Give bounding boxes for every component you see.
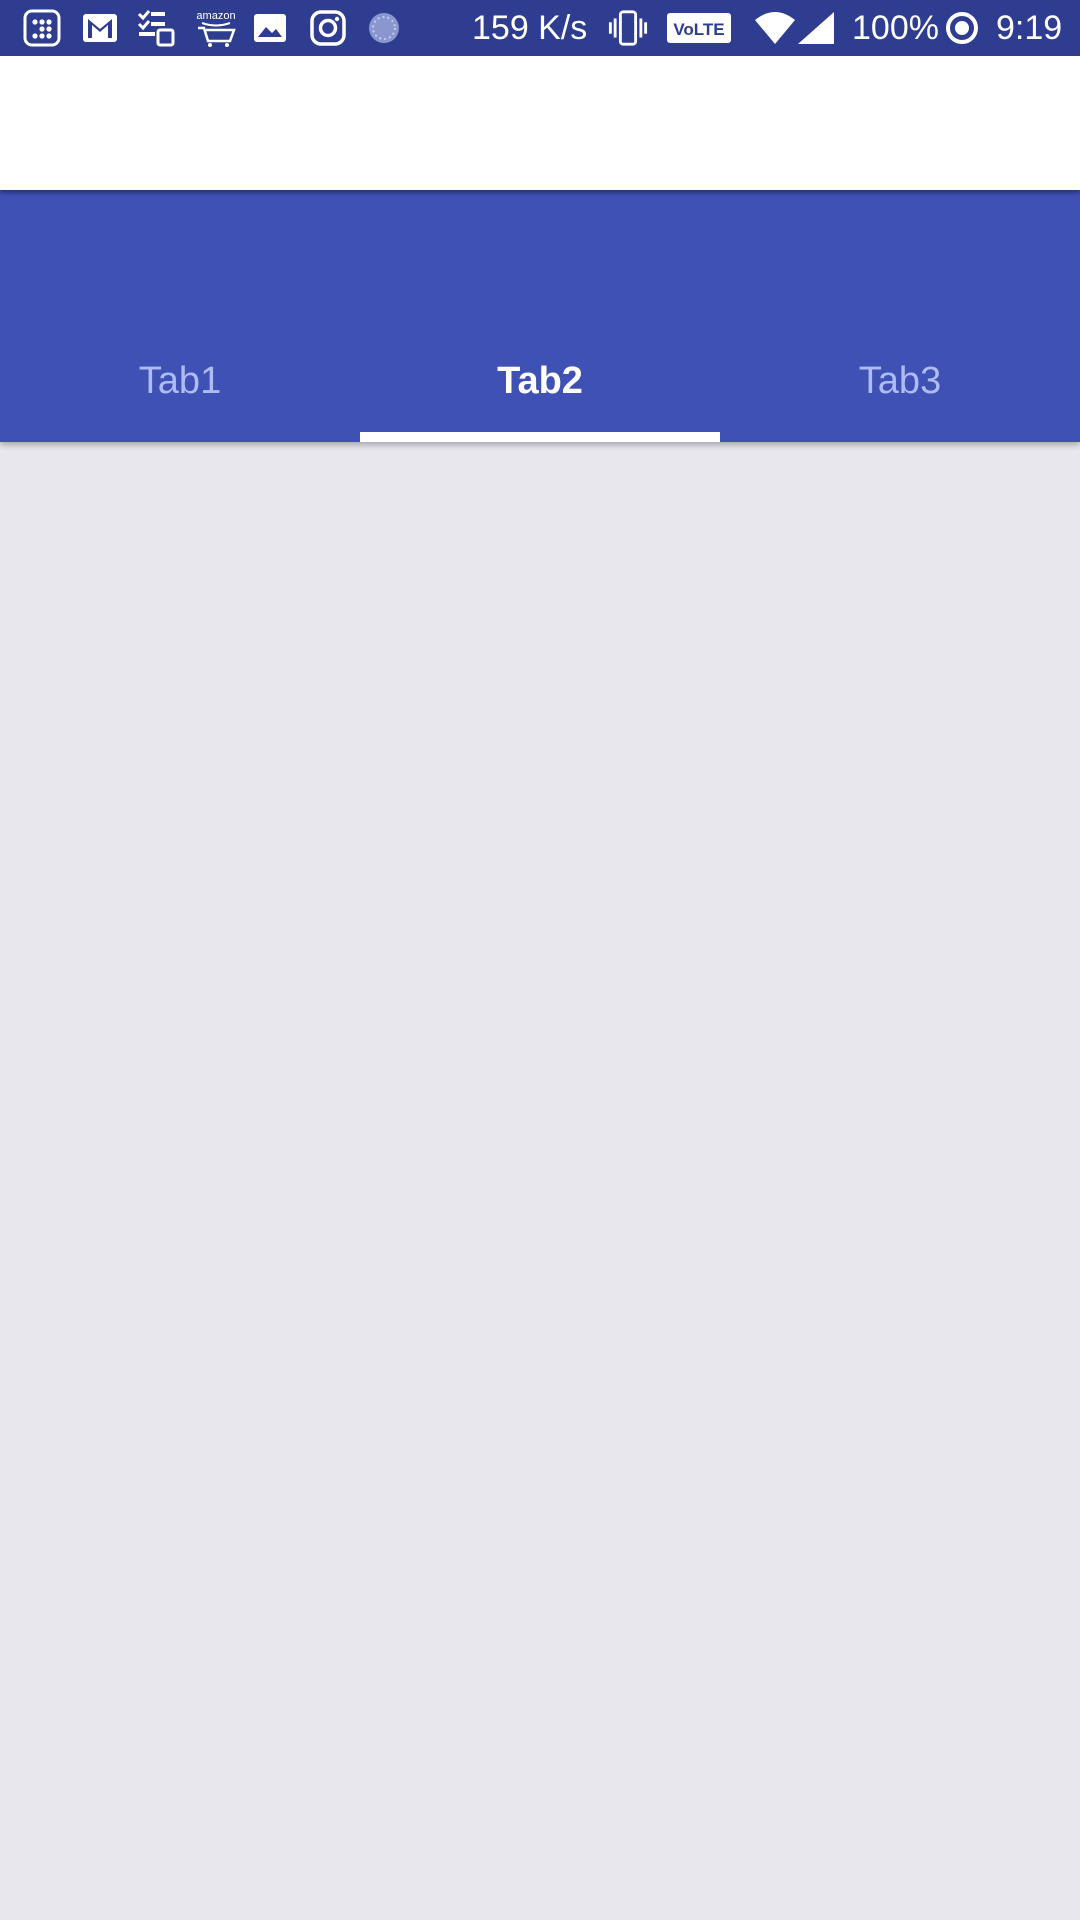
tab-3[interactable]: Tab3 <box>720 334 1080 442</box>
signal-icon <box>794 8 838 48</box>
tab-1-label: Tab1 <box>138 359 222 402</box>
tasks-icon <box>136 8 176 48</box>
instagram-icon <box>308 8 348 48</box>
tab-1[interactable]: Tab1 <box>0 334 360 442</box>
clock: 9:19 <box>996 9 1063 47</box>
wifi-icon <box>752 8 798 48</box>
amazon-icon-label: amazon <box>196 10 235 22</box>
tab-header: Tab1 Tab2 Tab3 <box>0 190 1080 442</box>
battery-icon <box>942 8 982 48</box>
network-speed: 159 K/s <box>472 9 588 47</box>
tab-bar: Tab1 Tab2 Tab3 <box>0 334 1080 442</box>
vibrate-icon <box>608 8 648 48</box>
status-bar: amazon 159 K/s VoLTE 100% 9:19 <box>0 0 1080 56</box>
volte-label: VoLTE <box>673 20 724 39</box>
tab-content <box>0 442 1080 1920</box>
volte-icon: VoLTE <box>666 8 732 48</box>
toolbar <box>0 56 1080 190</box>
tab-2-label: Tab2 <box>497 359 583 402</box>
gmail-icon <box>80 8 120 48</box>
amazon-icon: amazon <box>194 8 238 48</box>
tab-indicator <box>360 432 720 442</box>
tab-3-label: Tab3 <box>858 359 942 402</box>
apps-icon <box>22 8 62 48</box>
sync-icon <box>364 8 404 48</box>
tab-2[interactable]: Tab2 <box>360 334 720 442</box>
gallery-icon <box>250 8 290 48</box>
battery-percent: 100% <box>852 9 939 47</box>
